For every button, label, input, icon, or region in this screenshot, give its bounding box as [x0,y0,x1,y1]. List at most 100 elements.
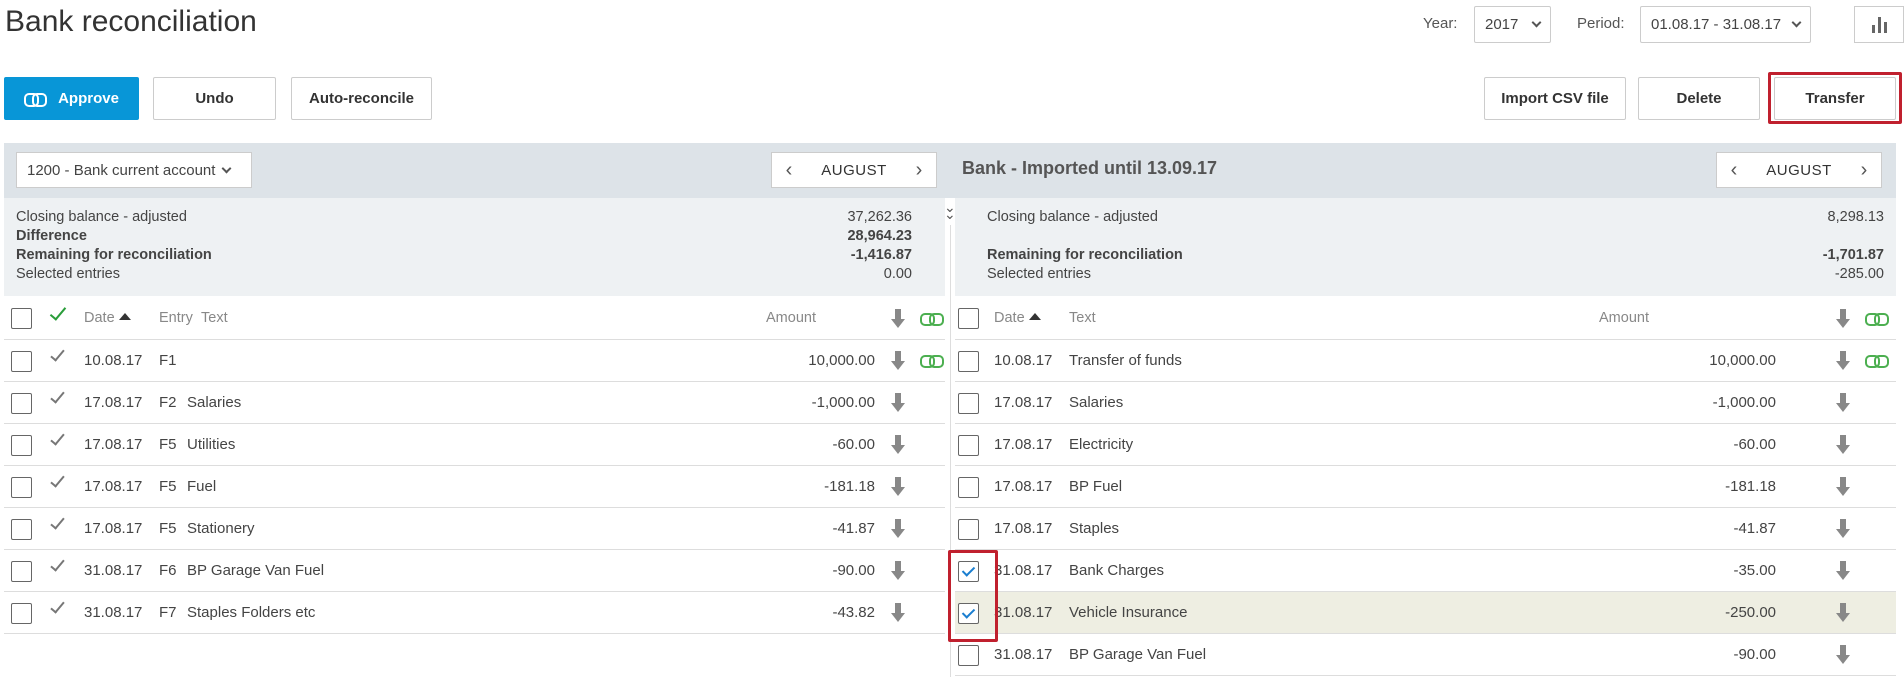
year-select[interactable]: 2017 [1474,6,1551,43]
download-arrow-icon[interactable] [1836,519,1850,539]
download-arrow-icon[interactable] [891,519,905,539]
row-amount: -41.87 [832,520,875,537]
table-row[interactable]: 17.08.17 Staples -41.87 [955,508,1896,550]
account-select[interactable]: 1200 - Bank current account [16,152,252,188]
row-checkbox[interactable] [958,645,979,666]
table-row[interactable]: 31.08.17 Vehicle Insurance -250.00 [955,592,1896,634]
table-row[interactable]: 17.08.17 F5 Fuel -181.18 [4,466,945,508]
row-checkbox[interactable] [11,561,32,582]
row-amount: -90.00 [832,562,875,579]
row-date: 17.08.17 [84,520,143,537]
download-arrow-icon[interactable] [891,603,905,623]
row-text: Stationery [187,520,255,537]
entry-column-header[interactable]: Entry [159,310,193,326]
table-row[interactable]: 17.08.17 Electricity -60.00 [955,424,1896,466]
table-row[interactable]: 31.08.17 F6 BP Garage Van Fuel -90.00 [4,550,945,592]
row-text: Vehicle Insurance [1069,604,1188,621]
row-checkbox[interactable] [958,393,979,414]
chevron-right-icon[interactable]: › [1847,153,1881,187]
table-row[interactable]: 17.08.17 F5 Utilities -60.00 [4,424,945,466]
download-arrow-icon[interactable] [891,393,905,413]
row-checkbox[interactable] [11,393,32,414]
auto-reconcile-button[interactable]: Auto-reconcile [291,77,432,120]
approve-button[interactable]: Approve [4,77,139,120]
undo-button[interactable]: Undo [153,77,276,120]
import-csv-button[interactable]: Import CSV file [1484,77,1626,120]
row-entry: F5 [159,520,177,537]
row-entry: F5 [159,478,177,495]
left-selected-value: 0.00 [883,266,912,282]
chevron-right-icon[interactable]: › [902,153,936,187]
approve-label: Approve [58,90,119,107]
table-row[interactable]: 31.08.17 Bank Charges -35.00 [955,550,1896,592]
download-arrow-icon[interactable] [891,309,905,329]
download-arrow-icon[interactable] [891,561,905,581]
chain-link-icon[interactable] [920,355,944,368]
table-row[interactable]: 10.08.17 F1 10,000.00 [4,340,945,382]
chevron-down-icon [222,163,232,173]
row-text: BP Garage Van Fuel [187,562,325,579]
table-row[interactable]: 17.08.17 F5 Stationery -41.87 [4,508,945,550]
left-closing-value: 37,262.36 [847,209,912,225]
row-text: BP Garage Van Fuel [1069,646,1207,663]
chart-button[interactable] [1854,6,1904,43]
download-arrow-icon[interactable] [1836,351,1850,371]
download-arrow-icon[interactable] [1836,435,1850,455]
table-row[interactable]: 17.08.17 Salaries -1,000.00 [955,382,1896,424]
right-selected-label: Selected entries [987,266,1091,282]
date-column-header[interactable]: Date [994,310,1041,326]
row-text: Staples [1069,520,1120,537]
table-row[interactable]: 10.08.17 Transfer of funds 10,000.00 [955,340,1896,382]
download-arrow-icon[interactable] [891,435,905,455]
download-arrow-icon[interactable] [1836,393,1850,413]
row-date: 17.08.17 [994,394,1053,411]
row-checkbox[interactable] [11,477,32,498]
row-date: 31.08.17 [994,562,1053,579]
amount-column-header[interactable]: Amount [766,310,816,326]
chain-link-icon[interactable] [1865,313,1889,326]
download-arrow-icon[interactable] [1836,645,1850,665]
delete-button[interactable]: Delete [1638,77,1760,120]
download-arrow-icon[interactable] [891,351,905,371]
chevron-left-icon[interactable]: ‹ [1717,153,1751,187]
row-checkbox[interactable] [958,519,979,540]
download-arrow-icon[interactable] [891,477,905,497]
chain-link-icon[interactable] [920,313,944,326]
download-arrow-icon[interactable] [1836,561,1850,581]
check-icon[interactable] [49,303,67,321]
download-arrow-icon[interactable] [1836,309,1850,329]
row-text: Staples Folders etc [187,604,316,621]
table-row[interactable]: 31.08.17 BP Garage Van Fuel -90.00 [955,634,1896,676]
row-checkbox[interactable] [958,477,979,498]
reconciled-check-icon [50,514,65,530]
table-row[interactable]: 31.08.17 F7 Staples Folders etc -43.82 [4,592,945,634]
panel-header-bar [4,143,1896,198]
period-select[interactable]: 01.08.17 - 31.08.17 [1640,6,1811,43]
row-checkbox[interactable] [11,351,32,372]
row-checkbox[interactable] [958,351,979,372]
download-arrow-icon[interactable] [1836,603,1850,623]
amount-column-header[interactable]: Amount [1599,310,1649,326]
collapse-icon[interactable]: ⌄ ⌄ [944,200,956,221]
row-text: Utilities [187,436,236,453]
row-entry: F7 [159,604,177,621]
download-arrow-icon[interactable] [1836,477,1850,497]
left-closing-label: Closing balance - adjusted [16,209,187,225]
row-checkbox[interactable] [958,435,979,456]
table-row[interactable]: 17.08.17 F2 Salaries -1,000.00 [4,382,945,424]
date-column-header[interactable]: Date [84,310,131,326]
select-all-checkbox[interactable] [11,308,32,329]
reconciled-check-icon [50,388,65,404]
row-amount: -60.00 [1733,436,1776,453]
row-checkbox[interactable] [11,435,32,456]
left-selected-label: Selected entries [16,266,120,282]
select-all-checkbox[interactable] [958,308,979,329]
text-column-header[interactable]: Text [1069,310,1096,326]
text-column-header[interactable]: Text [201,310,228,326]
row-checkbox[interactable] [11,603,32,624]
table-row[interactable]: 17.08.17 BP Fuel -181.18 [955,466,1896,508]
row-amount: -250.00 [1725,604,1776,621]
chain-link-icon[interactable] [1865,355,1889,368]
row-checkbox[interactable] [11,519,32,540]
chevron-left-icon[interactable]: ‹ [772,153,806,187]
